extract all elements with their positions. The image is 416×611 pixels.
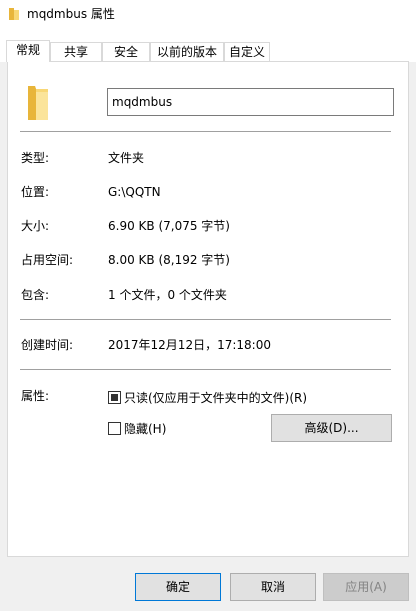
size-on-disk-value: 8.00 KB (8,192 字节) bbox=[108, 253, 230, 267]
tab-previous-versions[interactable]: 以前的版本 bbox=[150, 42, 224, 61]
location-value: G:\QQTN bbox=[108, 185, 161, 199]
readonly-checkbox[interactable] bbox=[108, 391, 121, 404]
tab-general[interactable]: 常规 bbox=[6, 40, 50, 62]
hidden-checkbox[interactable] bbox=[108, 422, 121, 435]
separator bbox=[20, 369, 391, 370]
tab-security[interactable]: 安全 bbox=[102, 42, 150, 61]
created-label: 创建时间: bbox=[21, 338, 74, 352]
ok-button[interactable]: 确定 bbox=[135, 573, 221, 601]
tab-customize[interactable]: 自定义 bbox=[224, 42, 270, 61]
size-on-disk-label: 占用空间: bbox=[21, 253, 74, 267]
tab-sharing[interactable]: 共享 bbox=[50, 42, 102, 61]
folder-large-icon bbox=[28, 86, 48, 120]
separator bbox=[20, 131, 391, 132]
size-value: 6.90 KB (7,075 字节) bbox=[108, 219, 230, 233]
properties-dialog: mqdmbus 属性 常规 共享 安全 以前的版本 自定义 类型: 文件夹 位置… bbox=[0, 0, 416, 611]
title-bar[interactable]: mqdmbus 属性 bbox=[0, 0, 416, 30]
attributes-label: 属性: bbox=[21, 389, 50, 403]
apply-button[interactable]: 应用(A) bbox=[323, 573, 409, 601]
advanced-button[interactable]: 高级(D)... bbox=[271, 414, 392, 442]
folder-name-input[interactable] bbox=[107, 88, 394, 116]
location-label: 位置: bbox=[21, 185, 50, 199]
separator bbox=[20, 319, 391, 320]
size-label: 大小: bbox=[21, 219, 50, 233]
folder-icon bbox=[9, 8, 19, 20]
type-label: 类型: bbox=[21, 151, 50, 165]
contains-value: 1 个文件，0 个文件夹 bbox=[108, 288, 227, 302]
type-value: 文件夹 bbox=[108, 151, 145, 165]
window-title: mqdmbus 属性 bbox=[27, 7, 115, 21]
created-value: 2017年12月12日，17:18:00 bbox=[108, 338, 271, 352]
cancel-button[interactable]: 取消 bbox=[230, 573, 316, 601]
hidden-checkbox-label[interactable]: 隐藏(H) bbox=[124, 422, 166, 436]
general-panel bbox=[7, 61, 409, 557]
readonly-checkbox-label[interactable]: 只读(仅应用于文件夹中的文件)(R) bbox=[124, 391, 307, 405]
tab-strip: 常规 共享 安全 以前的版本 自定义 bbox=[0, 30, 416, 62]
contains-label: 包含: bbox=[21, 288, 50, 302]
